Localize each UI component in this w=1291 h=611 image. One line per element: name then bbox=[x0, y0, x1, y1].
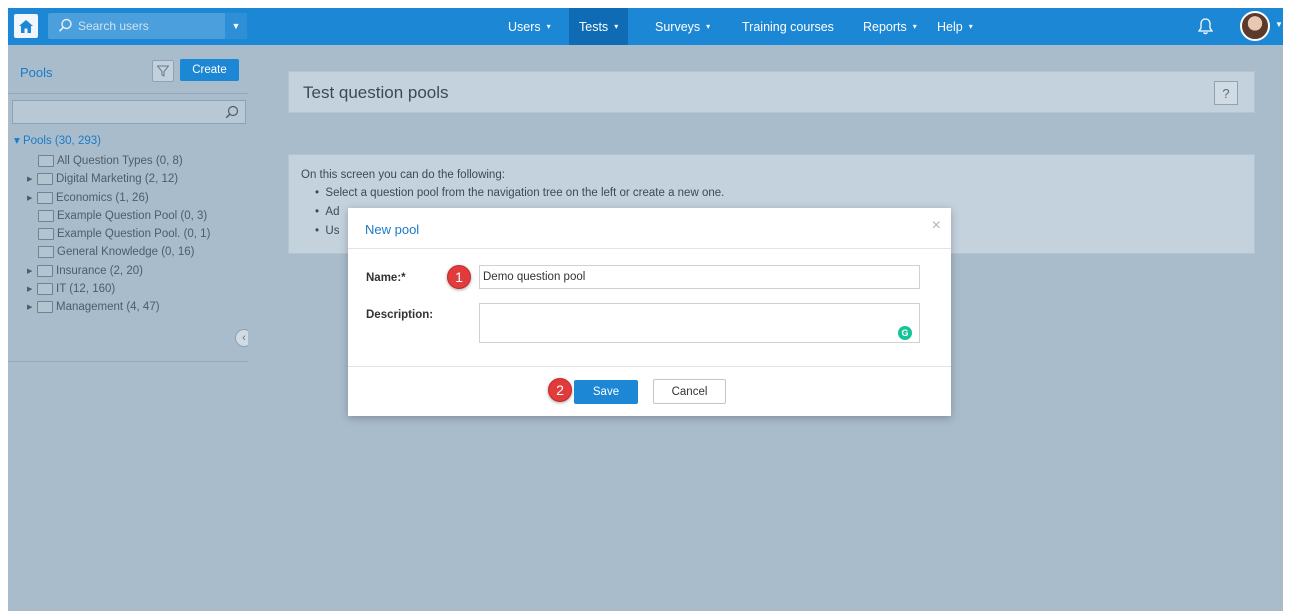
tree-item[interactable]: ▶ Insurance (2, 20) bbox=[27, 262, 143, 280]
tree-item-label: All Question Types (0, 8) bbox=[57, 155, 183, 167]
tree-root-pools[interactable]: ▾ Pools (30, 293) bbox=[14, 133, 101, 147]
folder-icon bbox=[37, 173, 53, 185]
tree-item[interactable]: ▶ IT (12, 160) bbox=[27, 280, 115, 298]
folder-icon bbox=[37, 265, 53, 277]
tree-search-input[interactable] bbox=[12, 100, 246, 124]
search-icon bbox=[58, 18, 72, 32]
chevron-down-icon: ▾ bbox=[546, 22, 551, 31]
folder-icon bbox=[38, 228, 54, 240]
top-navbar: ▼ Users ▾ Tests ▾ Surveys ▾ Training course… bbox=[8, 8, 1283, 45]
tree-item[interactable]: ▶ Management (4, 47) bbox=[27, 298, 160, 316]
nav-tests-label: Tests bbox=[579, 19, 609, 34]
nav-training-courses[interactable]: Training courses bbox=[742, 8, 834, 45]
nav-surveys[interactable]: Surveys ▾ bbox=[655, 8, 710, 45]
nav-help-label: Help bbox=[937, 19, 963, 34]
dialog-title: New pool bbox=[365, 222, 420, 237]
expand-arrow-icon[interactable]: ▶ bbox=[27, 285, 37, 293]
page-header: Test question pools ? bbox=[288, 71, 1255, 113]
info-intro: On this screen you can do the following: bbox=[301, 169, 505, 181]
info-bullet-text: Select a question pool from the navigati… bbox=[325, 187, 725, 199]
step-1-badge: 1 bbox=[447, 265, 471, 289]
folder-icon bbox=[38, 246, 54, 258]
tree-item-label: Insurance (2, 20) bbox=[56, 265, 143, 277]
tree-item[interactable]: Example Question Pool (0, 3) bbox=[38, 207, 207, 225]
info-bullet-text: Ad bbox=[325, 206, 340, 218]
nav-users[interactable]: Users ▾ bbox=[508, 8, 551, 45]
tree-item-label: IT (12, 160) bbox=[56, 283, 116, 295]
avatar[interactable] bbox=[1240, 11, 1270, 41]
tree-item[interactable]: Example Question Pool. (0, 1) bbox=[38, 225, 210, 243]
divider bbox=[8, 361, 248, 362]
search-users-input[interactable] bbox=[78, 13, 218, 39]
nav-help[interactable]: Help ▾ bbox=[937, 8, 973, 45]
tree-item-label: Economics (1, 26) bbox=[56, 192, 149, 204]
nav-surveys-label: Surveys bbox=[655, 19, 701, 34]
info-bullet: • Select a question pool from the naviga… bbox=[315, 187, 725, 199]
expand-arrow-icon[interactable]: ▶ bbox=[27, 175, 37, 183]
search-dropdown-button[interactable]: ▼ bbox=[225, 13, 247, 39]
name-field[interactable] bbox=[479, 265, 920, 289]
info-bullet: • Us bbox=[315, 225, 340, 237]
collapse-left-icon: ‹ bbox=[242, 332, 246, 344]
tree-item[interactable]: ▶ Digital Marketing (2, 12) bbox=[27, 170, 178, 188]
bell-icon[interactable] bbox=[1198, 18, 1213, 35]
folder-icon bbox=[37, 283, 53, 295]
tree-item[interactable]: All Question Types (0, 8) bbox=[38, 152, 183, 170]
sidebar-title: Pools bbox=[20, 65, 53, 80]
nav-users-label: Users bbox=[508, 19, 541, 34]
nav-reports[interactable]: Reports ▾ bbox=[863, 8, 917, 45]
chevron-down-icon: ▾ bbox=[706, 22, 711, 31]
info-bullet: • Ad bbox=[315, 206, 340, 218]
new-pool-dialog: New pool × Name:* 1 Description: G 2 Sav… bbox=[348, 208, 951, 416]
filter-button[interactable] bbox=[152, 60, 174, 82]
folder-icon bbox=[38, 210, 54, 222]
tree-item-label: Digital Marketing (2, 12) bbox=[56, 173, 179, 185]
save-button[interactable]: Save bbox=[574, 380, 638, 404]
tree-item[interactable]: ▶ Economics (1, 26) bbox=[27, 189, 149, 207]
chevron-down-icon: ▼ bbox=[231, 21, 241, 31]
chevron-down-icon: ▾ bbox=[614, 22, 619, 31]
home-icon bbox=[19, 19, 33, 33]
divider bbox=[8, 93, 248, 94]
help-button[interactable]: ? bbox=[1214, 81, 1238, 105]
folder-icon bbox=[38, 155, 54, 167]
expand-arrow-icon[interactable]: ▶ bbox=[27, 267, 37, 275]
tree-item-label: Management (4, 47) bbox=[56, 301, 160, 313]
sidebar-header: Pools Create bbox=[8, 45, 248, 93]
create-button[interactable]: Create bbox=[180, 59, 239, 81]
page-title: Test question pools bbox=[303, 83, 449, 102]
grammarly-icon[interactable]: G bbox=[898, 326, 912, 340]
divider bbox=[348, 248, 951, 249]
name-label: Name:* bbox=[366, 272, 406, 284]
user-search: ▼ bbox=[48, 13, 247, 39]
pools-sidebar: Pools Create ▾ Pools (30, 293) All Quest… bbox=[8, 45, 253, 611]
divider bbox=[348, 366, 951, 367]
tree-item-label: Example Question Pool. (0, 1) bbox=[57, 228, 211, 240]
close-icon[interactable]: × bbox=[932, 217, 941, 235]
search-icon bbox=[225, 105, 239, 119]
home-button[interactable] bbox=[14, 14, 38, 38]
tree-item-label: Example Question Pool (0, 3) bbox=[57, 210, 208, 222]
info-bullet-text: Us bbox=[325, 225, 340, 237]
folder-icon bbox=[37, 192, 53, 204]
nav-training-courses-label: Training courses bbox=[742, 19, 834, 34]
folder-icon bbox=[37, 301, 53, 313]
cancel-button[interactable]: Cancel bbox=[653, 379, 726, 404]
description-field[interactable]: G bbox=[479, 303, 920, 343]
chevron-down-icon[interactable]: ▼ bbox=[1275, 20, 1283, 29]
tree-item-label: General Knowledge (0, 16) bbox=[57, 246, 195, 258]
description-label: Description: bbox=[366, 309, 434, 321]
chevron-down-icon: ▾ bbox=[968, 22, 973, 31]
expand-arrow-icon[interactable]: ▶ bbox=[27, 194, 37, 202]
chevron-down-icon: ▾ bbox=[912, 22, 917, 31]
expand-arrow-icon[interactable]: ▶ bbox=[27, 303, 37, 311]
nav-tests[interactable]: Tests ▾ bbox=[569, 8, 629, 45]
filter-icon bbox=[157, 65, 169, 77]
nav-reports-label: Reports bbox=[863, 19, 907, 34]
step-2-badge: 2 bbox=[548, 378, 572, 402]
tree-item[interactable]: General Knowledge (0, 16) bbox=[38, 243, 194, 261]
